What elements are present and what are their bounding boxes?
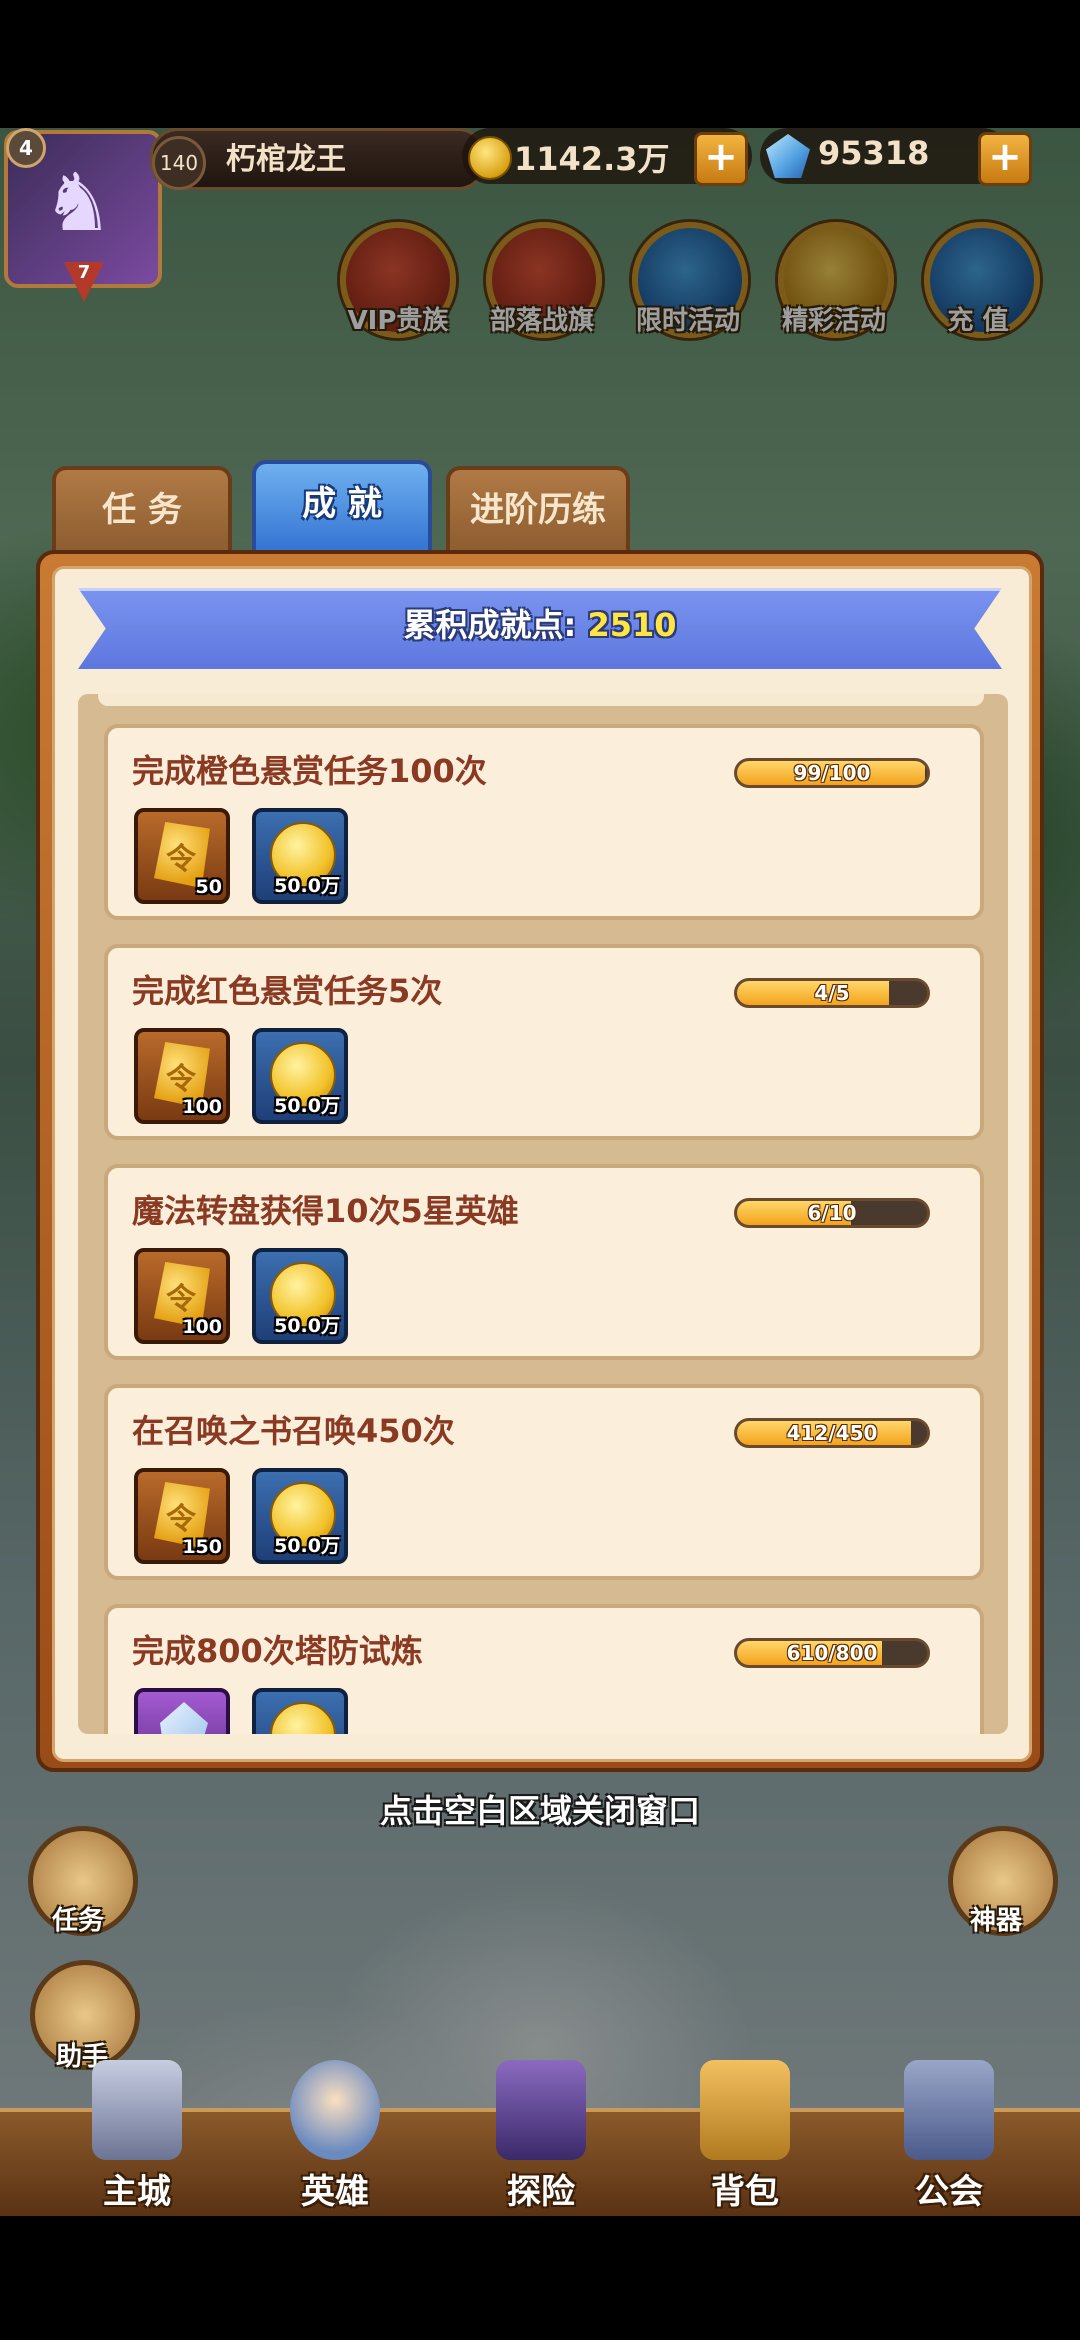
nav-label: 探险 — [507, 2172, 575, 2212]
list-edge — [98, 694, 984, 706]
quest-label: 任务 — [51, 1906, 104, 1936]
tab-tasks[interactable]: 任 务 — [52, 466, 232, 558]
reward-qty: 50.0万 — [274, 875, 340, 897]
progress-bar: 4/5 — [734, 978, 930, 1008]
reward-qty: 50.0万 — [274, 1315, 340, 1337]
coin-icon — [270, 1702, 336, 1734]
reward-qty: 50.0万 — [274, 1535, 340, 1557]
nav-main-city[interactable]: 主城 — [52, 2060, 222, 2212]
close-hint: 点击空白区域关闭窗口 — [379, 1792, 700, 1830]
nav-guild[interactable]: 公会 — [864, 2060, 1034, 2212]
reward-coin-item[interactable] — [252, 1688, 348, 1734]
achievement-card: 魔法转盘获得10次5星英雄 6/10 100 50.0万 — [104, 1164, 984, 1360]
tab-achievements[interactable]: 成 就 — [252, 460, 432, 558]
add-gem-button[interactable]: + — [978, 132, 1032, 186]
backpack-icon — [700, 2060, 790, 2160]
progress-text: 412/450 — [786, 1421, 878, 1445]
progress-bar: 412/450 — [734, 1418, 930, 1448]
gold-coin-icon — [468, 136, 512, 180]
achievement-title: 完成800次塔防试炼 — [132, 1632, 423, 1670]
achievement-points-label: 累积成就点: — [403, 606, 588, 644]
player-avatar[interactable]: ♞ 4 7 — [4, 128, 162, 302]
portal-icon — [496, 2060, 586, 2160]
achievement-title: 魔法转盘获得10次5星英雄 — [132, 1192, 519, 1230]
nav-label: 公会 — [915, 2172, 983, 2212]
reward-rune-item[interactable]: 150 — [134, 1468, 230, 1564]
tab-advanced-training[interactable]: 进阶历练 — [446, 466, 630, 558]
progress-bar: 610/800 — [734, 1638, 930, 1668]
achievement-title: 完成红色悬赏任务5次 — [132, 972, 443, 1010]
progress-bar: 99/100 — [734, 758, 930, 788]
progress-text: 99/100 — [793, 761, 871, 785]
achievement-card: 完成800次塔防试炼 610/800 — [104, 1604, 984, 1734]
dragon-icon: ♞ — [42, 156, 114, 249]
achievement-card: 在召唤之书召唤450次 412/450 150 50.0万 — [104, 1384, 984, 1580]
guild-tower-icon — [904, 2060, 994, 2160]
nav-label: 英雄 — [301, 2172, 369, 2212]
achievement-title: 在召唤之书召唤450次 — [132, 1412, 455, 1450]
add-gold-button[interactable]: + — [694, 132, 748, 186]
gold-amount: 1142.3万 — [514, 140, 670, 178]
reward-qty: 150 — [182, 1536, 222, 1558]
achievement-card: 完成红色悬赏任务5次 4/5 100 50.0万 — [104, 944, 984, 1140]
reward-qty: 100 — [182, 1096, 222, 1118]
reward-rune-item[interactable]: 50 — [134, 808, 230, 904]
reward-qty: 50.0万 — [274, 1095, 340, 1117]
crystal-icon — [160, 1702, 208, 1734]
castle-icon — [92, 2060, 182, 2160]
clipped-card-wrapper: 完成800次塔防试炼 610/800 — [104, 1604, 984, 1734]
achievement-points: 累积成就点: 2510 — [78, 600, 1002, 646]
reward-crystal-item[interactable] — [134, 1688, 230, 1734]
reward-qty: 100 — [182, 1316, 222, 1338]
nav-label: 背包 — [711, 2172, 779, 2212]
nav-label: 主城 — [103, 2172, 171, 2212]
player-name: 朽棺龙王 — [226, 142, 346, 177]
progress-bar: 6/10 — [734, 1198, 930, 1228]
reward-qty: 50 — [195, 876, 222, 898]
artifact-label: 神器 — [969, 1906, 1022, 1936]
reward-rune-item[interactable]: 100 — [134, 1028, 230, 1124]
reward-coin-item[interactable]: 50.0万 — [252, 1028, 348, 1124]
avatar-level-badge: 4 — [6, 128, 46, 168]
achievement-card: 完成橙色悬赏任务100次 99/100 50 50.0万 — [104, 724, 984, 920]
reward-coin-item[interactable]: 50.0万 — [252, 1468, 348, 1564]
nav-explore[interactable]: 探险 — [456, 2060, 626, 2212]
reward-coin-item[interactable]: 50.0万 — [252, 808, 348, 904]
nav-heroes[interactable]: 英雄 — [250, 2060, 420, 2212]
progress-text: 610/800 — [786, 1641, 878, 1665]
player-level: 140 — [152, 136, 206, 190]
progress-text: 4/5 — [814, 981, 850, 1005]
reward-rune-item[interactable]: 100 — [134, 1248, 230, 1344]
gem-amount: 95318 — [818, 134, 930, 172]
achievement-points-value: 2510 — [587, 606, 677, 644]
progress-text: 6/10 — [807, 1201, 857, 1225]
nav-bag[interactable]: 背包 — [660, 2060, 830, 2212]
achievement-title: 完成橙色悬赏任务100次 — [132, 752, 487, 790]
hero-portrait-icon — [290, 2060, 380, 2160]
reward-coin-item[interactable]: 50.0万 — [252, 1248, 348, 1344]
